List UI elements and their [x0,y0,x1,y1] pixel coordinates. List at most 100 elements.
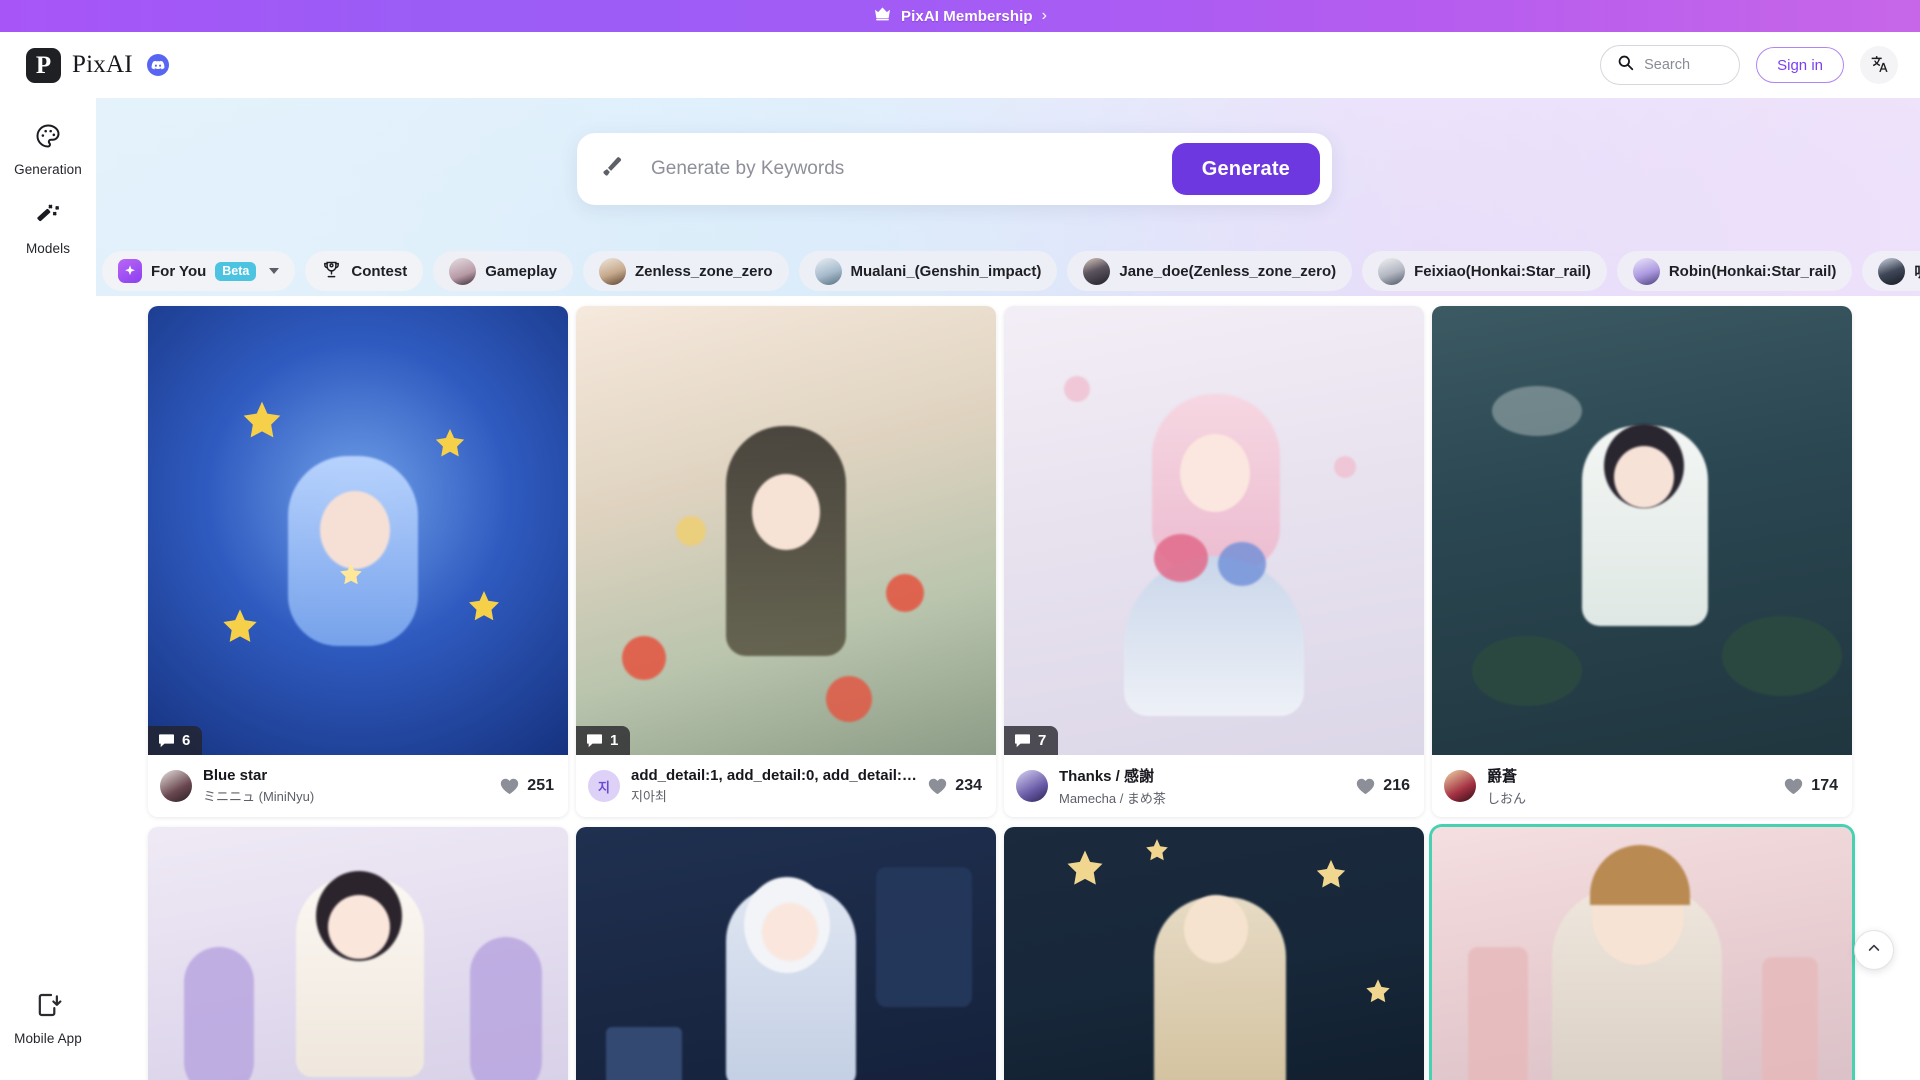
artwork-illustration [1004,827,1424,1080]
mobile-download-icon [34,991,62,1024]
artwork-card[interactable] [1432,827,1852,1080]
sidebar-item-label: Mobile App [14,1031,82,1046]
chip-tag-mingchao[interactable]: 鳴潮 [1862,251,1920,291]
artwork-thumbnail[interactable] [1004,827,1424,1080]
chip-contest[interactable]: Contest [305,251,424,291]
membership-banner-label: PixAI Membership [901,7,1033,25]
avatar[interactable]: 지 [588,770,620,802]
membership-banner-content: PixAI Membership › [873,6,1047,26]
like-group[interactable]: 174 [1784,777,1838,795]
artwork-text: Thanks / 感謝 Mamecha / まめ茶 [1059,765,1345,807]
artwork-card[interactable] [1004,827,1424,1080]
generate-keywords-input[interactable] [651,158,1172,180]
artwork-illustration [148,827,568,1080]
chevron-down-icon[interactable] [269,268,280,274]
artwork-meta: 지 add_detail:1, add_detail:0, add_detail… [576,755,996,817]
chip-tag-jane-doe[interactable]: Jane_doe(Zenless_zone_zero) [1067,251,1353,291]
artwork-thumbnail[interactable] [148,827,568,1080]
artwork-meta: Blue star ミニニュ (MiniNyu) 251 [148,755,568,817]
sidebar-item-models[interactable]: Models [5,191,91,264]
avatar [1378,257,1406,285]
artwork-text: Blue star ミニニュ (MiniNyu) [203,767,489,805]
artwork-thumbnail[interactable] [1432,827,1852,1080]
chip-for-you[interactable]: For You Beta [102,251,296,291]
search-box[interactable] [1600,45,1741,85]
artwork-meta: 爵蒼 しおん 174 [1432,755,1852,817]
membership-banner[interactable]: PixAI Membership › [0,0,1920,32]
like-count: 251 [527,777,554,794]
crown-icon [873,6,892,26]
heart-icon [1357,778,1375,794]
generate-button[interactable]: Generate [1171,143,1320,195]
chip-tag-feixiao[interactable]: Feixiao(Honkai:Star_rail) [1362,251,1607,291]
artwork-thumbnail[interactable]: 1 [576,306,996,755]
artwork-card[interactable]: 6 Blue star ミニニュ (MiniNyu) 251 [148,306,568,817]
grid-row: 6 Blue star ミニニュ (MiniNyu) 251 1 지 add_d… [148,306,1872,817]
like-group[interactable]: 251 [500,777,554,795]
avatar [1878,257,1906,285]
like-group[interactable]: 216 [1356,777,1410,795]
search-icon [1617,54,1634,76]
comment-count-badge: 7 [1004,726,1059,755]
filter-chips-row[interactable]: For You Beta Contest Gameplay Zenless_zo… [96,245,1920,297]
chip-label: Contest [351,262,408,280]
chip-label: Jane_doe(Zenless_zone_zero) [1119,262,1337,280]
artwork-thumbnail[interactable]: 6 [148,306,568,755]
artwork-text: add_detail:1, add_detail:0, add_detail:0… [631,767,917,805]
artwork-author[interactable]: ミニニュ (MiniNyu) [203,786,489,805]
beta-badge: Beta [215,261,257,281]
trophy-icon [321,259,342,284]
brand-name: PixAI [72,51,133,78]
artwork-illustration [1432,306,1852,755]
avatar [1083,257,1111,285]
artwork-illustration [148,306,568,755]
like-group[interactable]: 234 [928,777,982,795]
like-count: 174 [1811,777,1838,794]
chip-label: Gameplay [485,262,557,280]
comment-count: 1 [610,732,619,749]
artwork-thumbnail[interactable] [1432,306,1852,755]
scroll-to-top-button[interactable] [1854,930,1894,970]
artwork-card[interactable] [148,827,568,1080]
artwork-card[interactable]: 7 Thanks / 感謝 Mamecha / まめ茶 216 [1004,306,1424,817]
comment-icon [587,734,602,748]
artwork-title: Thanks / 感謝 [1059,768,1155,785]
chip-tag-zenless-zone-zero[interactable]: Zenless_zone_zero [582,251,789,291]
artwork-thumbnail[interactable]: 7 [1004,306,1424,755]
sign-in-button[interactable]: Sign in [1756,47,1844,83]
sidebar-item-mobile-app[interactable]: Mobile App [5,981,91,1054]
top-bar-actions: Sign in [1600,45,1898,85]
chip-label: Mualani_(Genshin_impact) [850,262,1042,280]
palette-icon [34,122,62,155]
sidebar-item-generation[interactable]: Generation [5,112,91,185]
chip-tag-gameplay[interactable]: Gameplay [433,251,573,291]
comment-count-badge: 6 [148,726,203,755]
like-count: 216 [1383,777,1410,794]
artwork-author[interactable]: Mamecha / まめ茶 [1059,788,1345,807]
artwork-text: 爵蒼 しおん [1487,765,1773,807]
artwork-meta: Thanks / 感謝 Mamecha / まめ茶 216 [1004,755,1424,817]
avatar[interactable] [1016,770,1048,802]
brand-home-link[interactable]: P PixAI [26,47,169,83]
artwork-author[interactable]: 지아최 [631,786,917,805]
avatar[interactable] [160,770,192,802]
search-input[interactable] [1644,57,1727,73]
chip-tag-robin[interactable]: Robin(Honkai:Star_rail) [1616,251,1853,291]
brush-icon [599,154,625,185]
language-button[interactable] [1860,46,1898,84]
artwork-illustration [576,306,996,755]
avatar [1632,257,1660,285]
heart-icon [501,778,519,794]
artwork-author[interactable]: しおん [1487,788,1773,807]
grid-row [148,827,1872,1080]
discord-icon[interactable] [146,54,169,76]
avatar[interactable] [1444,770,1476,802]
artwork-card[interactable]: 爵蒼 しおん 174 [1432,306,1852,817]
chevron-up-icon [1866,940,1882,961]
comment-icon [159,734,174,748]
magic-wand-icon [34,201,62,234]
artwork-card[interactable] [576,827,996,1080]
artwork-thumbnail[interactable] [576,827,996,1080]
artwork-card[interactable]: 1 지 add_detail:1, add_detail:0, add_deta… [576,306,996,817]
chip-tag-mualani[interactable]: Mualani_(Genshin_impact) [798,251,1058,291]
